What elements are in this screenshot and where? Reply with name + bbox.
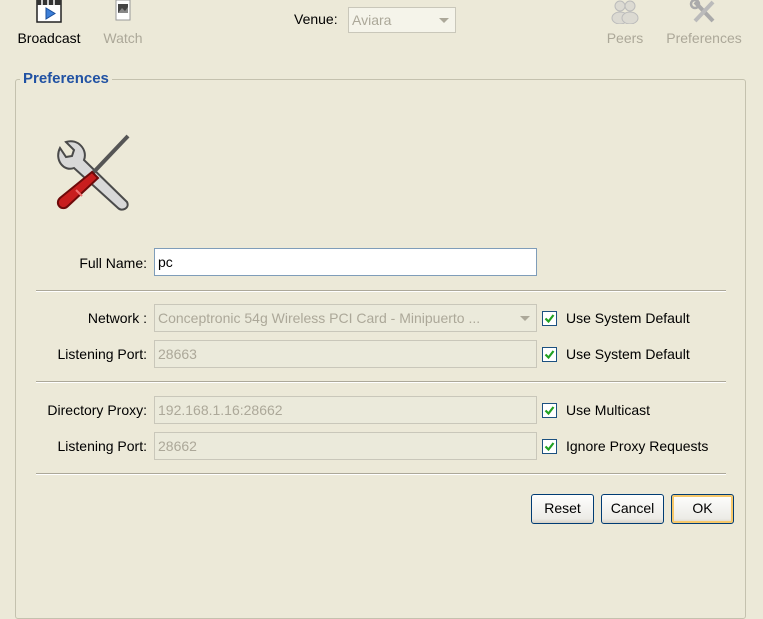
ignore-proxy-label: Ignore Proxy Requests bbox=[566, 438, 709, 454]
full-name-label: Full Name: bbox=[79, 255, 147, 271]
use-multicast-checkbox[interactable] bbox=[542, 403, 557, 418]
network-default-label: Use System Default bbox=[566, 310, 690, 326]
broadcast-label: Broadcast bbox=[17, 30, 81, 46]
listening-port-input[interactable]: 28663 bbox=[154, 340, 537, 368]
broadcast-icon bbox=[34, 0, 64, 27]
directory-proxy-input[interactable]: 192.168.1.16:28662 bbox=[154, 396, 537, 424]
separator bbox=[36, 381, 726, 383]
ignore-proxy-checkbox[interactable] bbox=[542, 439, 557, 454]
watch-icon bbox=[113, 0, 133, 27]
watch-label: Watch bbox=[103, 30, 143, 46]
listening-port-label: Listening Port: bbox=[57, 346, 148, 362]
proxy-port-label: Listening Port: bbox=[57, 438, 148, 454]
proxy-port-value: 28662 bbox=[158, 438, 197, 454]
network-value: Conceptronic 54g Wireless PCI Card - Min… bbox=[158, 310, 481, 326]
peers-button[interactable]: Peers bbox=[600, 0, 650, 52]
chevron-down-icon bbox=[433, 8, 455, 32]
use-multicast-label: Use Multicast bbox=[566, 402, 651, 418]
ok-button[interactable]: OK bbox=[671, 494, 734, 524]
panel-title: Preferences bbox=[20, 70, 112, 87]
watch-button[interactable]: Watch bbox=[95, 0, 151, 52]
preferences-button[interactable]: Preferences bbox=[660, 0, 748, 52]
network-select[interactable]: Conceptronic 54g Wireless PCI Card - Min… bbox=[154, 304, 537, 332]
peers-label: Peers bbox=[606, 30, 644, 46]
directory-proxy-value: 192.168.1.16:28662 bbox=[158, 402, 283, 418]
peers-icon bbox=[608, 0, 642, 27]
full-name-input[interactable]: pc bbox=[154, 248, 537, 276]
tools-icon bbox=[689, 0, 719, 27]
listening-port-default-label: Use System Default bbox=[566, 346, 690, 362]
tools-icon bbox=[50, 130, 136, 217]
proxy-port-input[interactable]: 28662 bbox=[154, 432, 537, 460]
preferences-label: Preferences bbox=[666, 30, 742, 46]
chevron-down-icon bbox=[516, 307, 534, 329]
broadcast-button[interactable]: Broadcast bbox=[10, 0, 88, 52]
reset-button[interactable]: Reset bbox=[531, 494, 594, 524]
network-label: Network : bbox=[87, 310, 147, 326]
venue-select[interactable]: Aviara bbox=[348, 7, 456, 33]
network-default-checkbox[interactable] bbox=[542, 311, 557, 326]
listening-port-default-checkbox[interactable] bbox=[542, 347, 557, 362]
separator bbox=[36, 473, 726, 475]
cancel-button[interactable]: Cancel bbox=[601, 494, 664, 524]
directory-proxy-label: Directory Proxy: bbox=[47, 402, 147, 418]
full-name-value: pc bbox=[158, 254, 173, 270]
venue-label: Venue: bbox=[294, 11, 338, 27]
venue-value: Aviara bbox=[352, 12, 392, 28]
separator bbox=[36, 290, 726, 292]
listening-port-value: 28663 bbox=[158, 346, 197, 362]
